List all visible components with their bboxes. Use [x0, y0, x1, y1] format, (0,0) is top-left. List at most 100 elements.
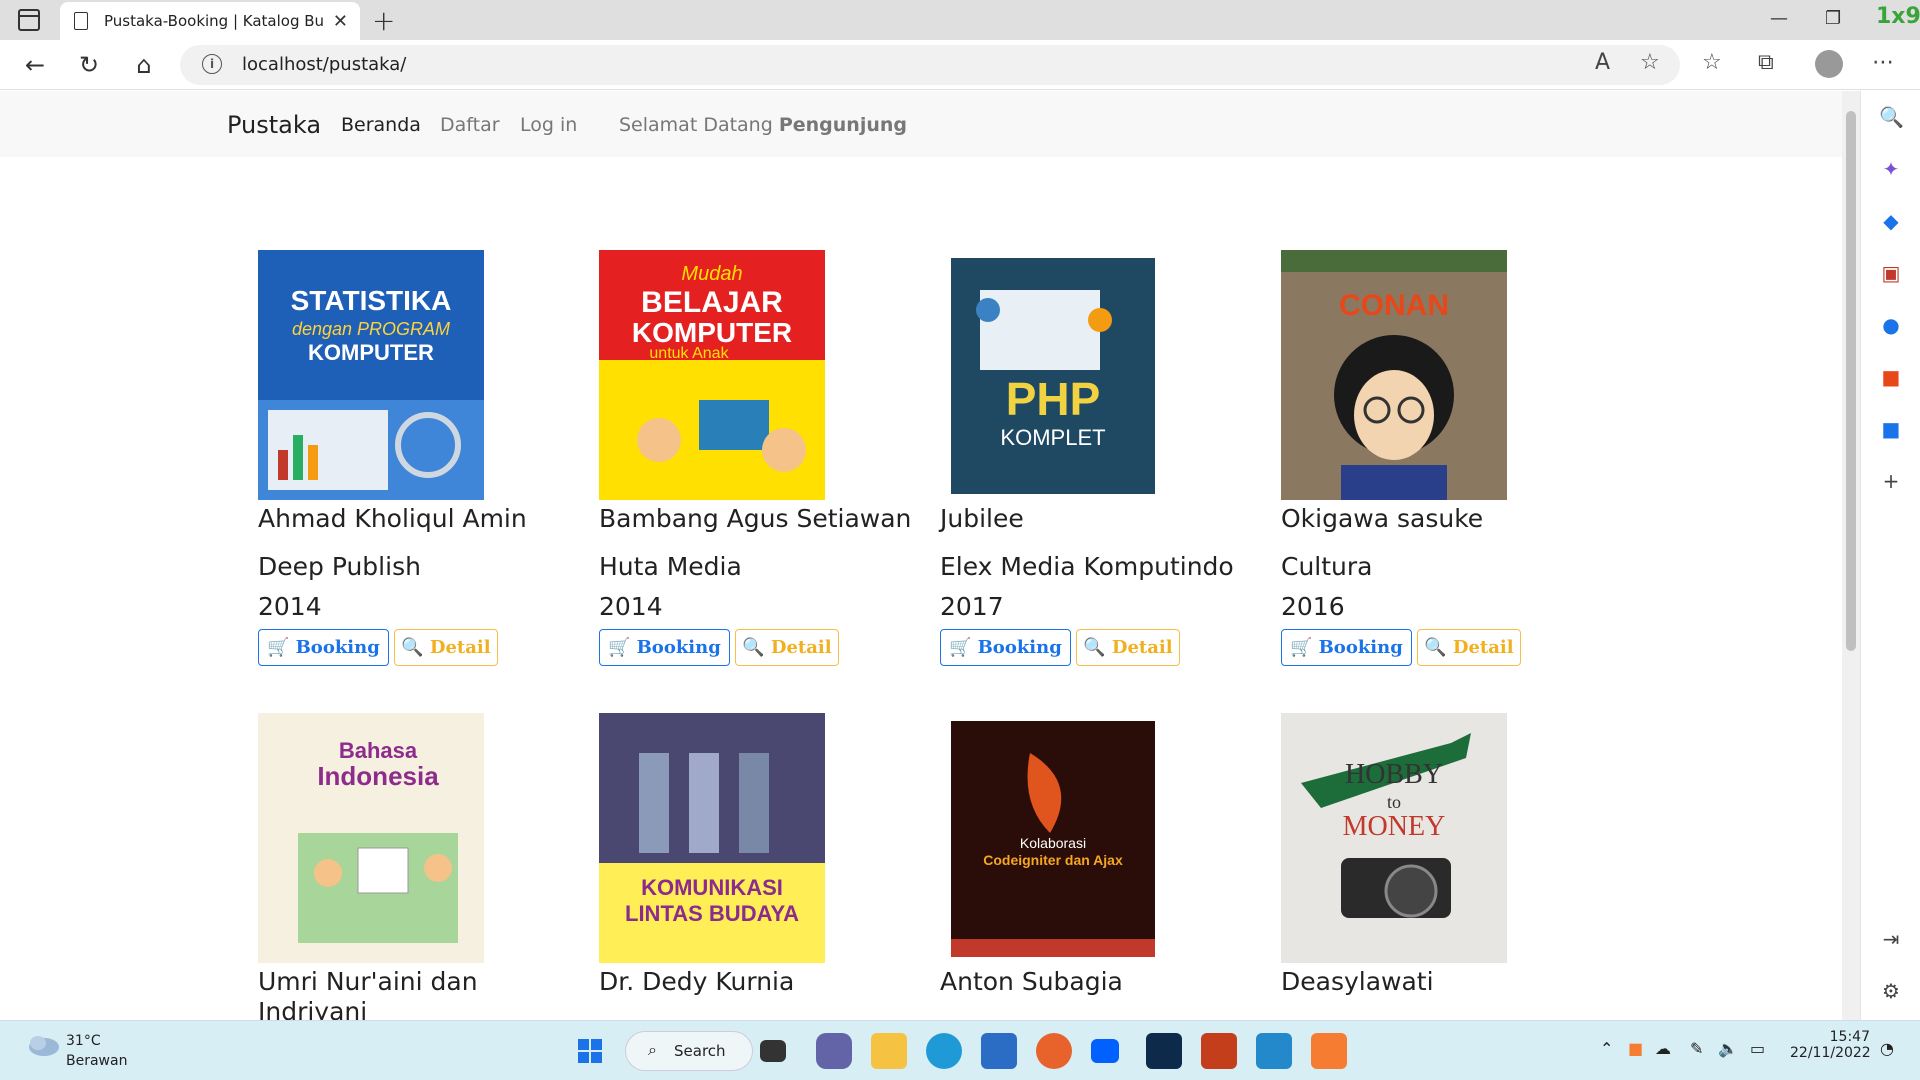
nav-link-login[interactable]: Log in	[520, 114, 577, 136]
edge-icon[interactable]	[926, 1033, 962, 1069]
search-icon[interactable]: 🔍	[1879, 105, 1904, 129]
search-icon: ⌕	[648, 1040, 657, 1059]
tray-xampp-icon[interactable]: ■	[1628, 1039, 1643, 1058]
cart-icon: 🛒	[267, 637, 290, 658]
app-icon[interactable]	[1146, 1033, 1182, 1069]
minimize-button[interactable]: —	[1770, 8, 1788, 29]
volume-icon[interactable]: 🔈	[1718, 1039, 1738, 1058]
book-author: Deasylawati	[1281, 967, 1434, 996]
url-field[interactable]: i localhost/pustaka/	[180, 45, 1680, 85]
booking-button[interactable]: 🛒 Booking	[1281, 629, 1412, 666]
book-publisher: Huta Media	[599, 552, 742, 581]
svg-text:Codeigniter dan Ajax: Codeigniter dan Ajax	[983, 852, 1123, 868]
svg-text:to: to	[1387, 792, 1401, 812]
book-publisher: Deep Publish	[258, 552, 421, 581]
copilot-icon[interactable]: ✦	[1879, 157, 1903, 181]
tab-close-icon[interactable]: ✕	[333, 11, 348, 32]
booking-button[interactable]: 🛒 Booking	[940, 629, 1071, 666]
notification-icon[interactable]: ◔	[1880, 1039, 1894, 1058]
book-author: Ahmad Kholiqul Amin	[258, 504, 527, 533]
url-text: localhost/pustaka/	[242, 54, 407, 75]
shopping-icon[interactable]: ◆	[1879, 209, 1903, 233]
brand-link[interactable]: Pustaka	[227, 111, 321, 139]
site-info-icon[interactable]: i	[202, 54, 222, 74]
book-cover[interactable]: CONAN	[1281, 250, 1507, 500]
svg-text:Bahasa: Bahasa	[339, 738, 418, 763]
collections-icon[interactable]: ⧉	[1758, 50, 1774, 75]
svg-text:Kolaborasi: Kolaborasi	[1020, 835, 1086, 851]
svg-text:LINTAS BUDAYA: LINTAS BUDAYA	[625, 901, 799, 926]
nav-link-beranda[interactable]: Beranda	[341, 114, 421, 136]
outlook-icon[interactable]: ■	[1879, 417, 1903, 441]
svg-text:untuk Anak: untuk Anak	[649, 345, 729, 362]
home-button[interactable]: ⌂	[127, 48, 161, 82]
detail-button[interactable]: 🔍 Detail	[1076, 629, 1180, 666]
taskbar-clock[interactable]: 15:47 22/11/2022	[1790, 1029, 1871, 1061]
games-icon[interactable]: ●	[1879, 313, 1903, 337]
browser-tab[interactable]: Pustaka-Booking | Katalog Buku ✕	[60, 2, 360, 40]
add-icon[interactable]: +	[1879, 469, 1903, 493]
svg-text:STATISTIKA: STATISTIKA	[291, 285, 452, 316]
detail-button[interactable]: 🔍 Detail	[394, 629, 498, 666]
detail-button[interactable]: 🔍 Detail	[1417, 629, 1521, 666]
teams-icon[interactable]	[816, 1033, 852, 1069]
svg-text:Indonesia: Indonesia	[317, 761, 439, 791]
svg-text:KOMPUTER: KOMPUTER	[308, 340, 434, 365]
favorites-icon[interactable]: ☆	[1702, 50, 1722, 75]
weather-icon[interactable]	[26, 1033, 60, 1061]
search-icon: 🔍	[1083, 637, 1106, 658]
firefox-icon[interactable]	[1036, 1033, 1072, 1069]
tab-actions-icon[interactable]	[18, 9, 40, 31]
book-year: 2014	[258, 592, 322, 621]
detail-button[interactable]: 🔍 Detail	[735, 629, 839, 666]
tray-pen-icon[interactable]: ✎	[1690, 1039, 1703, 1058]
book-cover[interactable]: Bahasa Indonesia	[258, 713, 484, 963]
book-cover[interactable]: Mudah BELAJAR KOMPUTER untuk Anak	[599, 250, 825, 500]
battery-icon[interactable]: ▭	[1750, 1039, 1765, 1058]
page-viewport: Pustaka Beranda Daftar Log in Selamat Da…	[0, 91, 1842, 1020]
site-navbar: Pustaka Beranda Daftar Log in Selamat Da…	[0, 91, 1842, 157]
refresh-button[interactable]: ↻	[72, 48, 106, 82]
vscode-icon[interactable]	[1256, 1033, 1292, 1069]
scroll-thumb[interactable]	[1846, 111, 1856, 651]
welcome-user: Pengunjung	[778, 114, 907, 136]
book-cover[interactable]: KOMUNIKASI LINTAS BUDAYA	[599, 713, 825, 963]
svg-text:PHP: PHP	[1006, 373, 1101, 425]
book-cover[interactable]: HOBBY to MONEY	[1281, 713, 1507, 963]
start-icon[interactable]	[572, 1033, 608, 1069]
book-year: 2017	[940, 592, 1004, 621]
svg-text:Mudah: Mudah	[681, 263, 742, 285]
page-scrollbar[interactable]	[1842, 91, 1860, 1020]
nav-link-daftar[interactable]: Daftar	[440, 114, 500, 136]
powerpoint-icon[interactable]	[1201, 1033, 1237, 1069]
welcome-text: Selamat Datang Pengunjung	[619, 114, 907, 136]
file-explorer-icon[interactable]	[871, 1033, 907, 1069]
svg-text:HOBBY: HOBBY	[1345, 759, 1443, 790]
book-cover[interactable]: Kolaborasi Codeigniter dan Ajax	[940, 713, 1166, 963]
office-icon[interactable]: ■	[1879, 365, 1903, 389]
book-year: 2016	[1281, 592, 1345, 621]
settings-icon[interactable]: ⚙	[1879, 979, 1903, 1003]
tray-cloud-icon[interactable]: ☁	[1655, 1039, 1671, 1058]
xampp-icon[interactable]	[1311, 1033, 1347, 1069]
book-author: Bambang Agus Setiawan	[599, 504, 912, 533]
restore-button[interactable]: ❐	[1825, 8, 1841, 29]
tools-icon[interactable]: ▣	[1879, 261, 1903, 285]
task-view-icon[interactable]	[760, 1040, 786, 1062]
taskbar-search[interactable]: ⌕ Search	[625, 1031, 753, 1071]
book-cover[interactable]: STATISTIKA dengan PROGRAM KOMPUTER	[258, 250, 484, 500]
read-aloud-icon[interactable]: A	[1595, 50, 1610, 75]
profile-avatar[interactable]	[1815, 50, 1843, 78]
book-cover[interactable]: PHP KOMPLET	[940, 250, 1166, 500]
weather-desc: Berawan	[66, 1053, 128, 1069]
back-button[interactable]: ←	[18, 48, 52, 82]
new-tab-button[interactable]: +	[372, 4, 395, 37]
booking-button[interactable]: 🛒 Booking	[599, 629, 730, 666]
hide-sidebar-icon[interactable]: ⇥	[1879, 927, 1903, 951]
booking-button[interactable]: 🛒 Booking	[258, 629, 389, 666]
dropbox-icon[interactable]	[1091, 1039, 1119, 1063]
store-icon[interactable]	[981, 1033, 1017, 1069]
more-icon[interactable]: ⋯	[1872, 50, 1894, 75]
tray-expand-icon[interactable]: ⌃	[1600, 1039, 1613, 1058]
add-favorite-icon[interactable]: ☆	[1640, 50, 1660, 75]
